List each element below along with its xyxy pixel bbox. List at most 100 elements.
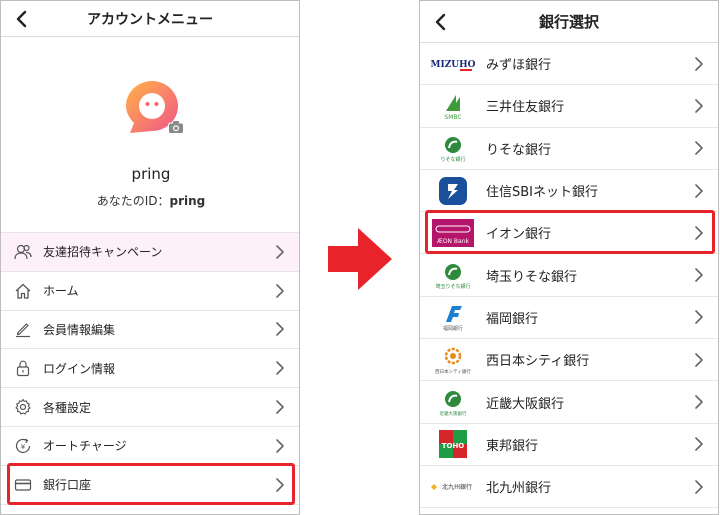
menu-item-label: 会員情報編集: [43, 322, 116, 337]
camera-icon[interactable]: [168, 119, 184, 134]
chevron-right-icon: [694, 140, 704, 156]
back-chevron-icon[interactable]: [430, 12, 450, 32]
chevron-right-icon: [275, 477, 285, 493]
chevron-right-icon: [275, 438, 285, 454]
chevron-right-icon: [694, 225, 704, 241]
chevron-right-icon: [275, 360, 285, 376]
menu-item-invite[interactable]: 友達招待キャンペーン: [1, 233, 299, 272]
page-title: 銀行選択: [538, 13, 599, 31]
invite-friends-icon: [13, 242, 33, 262]
bank-list: MIZUHO みずほ銀行 SMBC 三井住友銀行 りそな銀行 りそな銀行 住信S…: [420, 43, 718, 509]
mizuho-logo-text: MIZUHO: [431, 60, 476, 70]
bank-name: りそな銀行: [486, 142, 552, 158]
back-chevron-icon[interactable]: [11, 9, 31, 29]
menu-item-label: 各種設定: [43, 400, 92, 415]
account-menu-screen: アカウントメニュー pring あなたのID：pring 友達招待キャンペーン …: [0, 0, 300, 515]
chevron-right-icon: [694, 436, 704, 452]
kinki-osaka-logo-text: 近畿大阪銀行: [440, 410, 467, 417]
chevron-right-icon: [275, 321, 285, 337]
menu-item-home[interactable]: ホーム: [1, 272, 299, 311]
home-icon: [13, 281, 33, 301]
chevron-right-icon: [694, 309, 704, 325]
arrow-right-icon: [328, 228, 392, 290]
chevron-right-icon: [694, 56, 704, 72]
bank-item-smbc[interactable]: SMBC 三井住友銀行: [420, 85, 718, 128]
user-id-value: pring: [169, 194, 206, 208]
chevron-right-icon: [694, 183, 704, 199]
menu-item-auto-charge[interactable]: ¥ オートチャージ: [1, 427, 299, 466]
chevron-right-icon: [694, 267, 704, 283]
bank-name: 福岡銀行: [486, 311, 539, 327]
menu-item-bank-account[interactable]: 銀行口座: [1, 466, 299, 505]
menu-item-label: ホーム: [43, 284, 79, 299]
lock-icon: [13, 358, 33, 378]
menu-item-profile-edit[interactable]: 会員情報編集: [1, 311, 299, 350]
toho-logo-text: TOHO: [442, 442, 465, 450]
resona-logo-icon: りそな銀行: [430, 133, 476, 163]
mizuho-logo-icon: MIZUHO: [430, 49, 476, 79]
saitama-resona-logo-icon: 埼玉りそな銀行: [430, 260, 476, 290]
menu-item-login-info[interactable]: ログイン情報: [1, 349, 299, 389]
credit-card-icon: [13, 475, 33, 495]
chevron-right-icon: [275, 399, 285, 415]
bank-item-resona[interactable]: りそな銀行 りそな銀行: [420, 128, 718, 170]
page-title: アカウントメニュー: [87, 11, 213, 28]
resona-logo-text: りそな銀行: [440, 156, 465, 163]
user-id: あなたのID：pring: [1, 192, 299, 209]
bank-name: イオン銀行: [486, 227, 552, 243]
profile-section: pring あなたのID：pring: [1, 37, 299, 232]
sbi-net-logo-icon: [430, 176, 476, 206]
user-id-label: あなたのID：: [96, 194, 170, 208]
bank-name: みずほ銀行: [486, 58, 552, 74]
bank-item-fukuoka[interactable]: 福岡銀行 福岡銀行: [420, 297, 718, 340]
kinki-osaka-logo-icon: 近畿大阪銀行: [430, 387, 476, 417]
bank-name: 東邦銀行: [486, 438, 539, 454]
bank-item-kitakyushu[interactable]: 北九州銀行 北九州銀行: [420, 466, 718, 509]
account-menu-list: 友達招待キャンペーン ホーム 会員情報編集 ログイン情報 各種設定 ¥ オートチ…: [1, 232, 299, 505]
bank-name: 北九州銀行: [486, 481, 552, 497]
bank-item-aeon[interactable]: ÆON Bank イオン銀行: [420, 212, 718, 255]
bank-name: 住信SBIネット銀行: [486, 185, 599, 201]
chevron-right-icon: [275, 244, 285, 260]
fukuoka-logo-text: 福岡銀行: [443, 325, 463, 332]
menu-item-settings[interactable]: 各種設定: [1, 388, 299, 427]
bank-item-sbi-net[interactable]: 住信SBIネット銀行: [420, 170, 718, 213]
fukuoka-logo-icon: 福岡銀行: [430, 302, 476, 332]
edit-pencil-icon: [13, 319, 33, 339]
bank-name: 西日本シティ銀行: [486, 354, 590, 370]
toho-logo-icon: TOHO: [430, 429, 476, 459]
nishinippon-city-logo-icon: 西日本シティ銀行: [430, 345, 476, 375]
auto-charge-icon: ¥: [13, 436, 33, 456]
nishinippon-city-logo-text: 西日本シティ銀行: [435, 368, 471, 375]
chevron-right-icon: [694, 479, 704, 495]
menu-item-label: オートチャージ: [43, 439, 127, 454]
chevron-right-icon: [694, 98, 704, 114]
kitakyushu-logo-text: 北九州銀行: [442, 483, 472, 491]
chevron-right-icon: [694, 352, 704, 368]
aeon-logo-text: ÆON Bank: [437, 238, 470, 245]
menu-item-label: ログイン情報: [43, 361, 116, 376]
menu-item-label: 銀行口座: [43, 478, 92, 493]
bank-select-screen: 銀行選択 MIZUHO みずほ銀行 SMBC 三井住友銀行 りそな銀行 りそな銀…: [419, 0, 719, 515]
bank-select-header: 銀行選択: [420, 1, 718, 43]
chevron-right-icon: [694, 394, 704, 410]
bank-item-saitama-resona[interactable]: 埼玉りそな銀行 埼玉りそな銀行: [420, 254, 718, 297]
username: pring: [131, 165, 171, 183]
bank-item-toho[interactable]: TOHO 東邦銀行: [420, 424, 718, 466]
saitama-resona-logo-text: 埼玉りそな銀行: [435, 283, 470, 290]
bank-item-mizuho[interactable]: MIZUHO みずほ銀行: [420, 43, 718, 86]
gear-icon: [13, 397, 33, 417]
aeon-bank-logo-icon: ÆON Bank: [430, 218, 476, 248]
account-menu-header: アカウントメニュー: [1, 1, 299, 37]
chevron-right-icon: [275, 283, 285, 299]
bank-name: 三井住友銀行: [486, 100, 565, 116]
bank-item-nishinippon-city[interactable]: 西日本シティ銀行 西日本シティ銀行: [420, 339, 718, 382]
kitakyushu-logo-icon: 北九州銀行: [430, 472, 476, 502]
smbc-logo-text: SMBC: [444, 114, 461, 121]
smbc-logo-icon: SMBC: [430, 91, 476, 121]
menu-item-label: 友達招待キャンペーン: [43, 245, 163, 260]
svg-text:¥: ¥: [21, 443, 26, 451]
bank-name: 近畿大阪銀行: [486, 396, 565, 412]
bank-name: 埼玉りそな銀行: [486, 269, 578, 285]
bank-item-kinki-osaka[interactable]: 近畿大阪銀行 近畿大阪銀行: [420, 381, 718, 424]
